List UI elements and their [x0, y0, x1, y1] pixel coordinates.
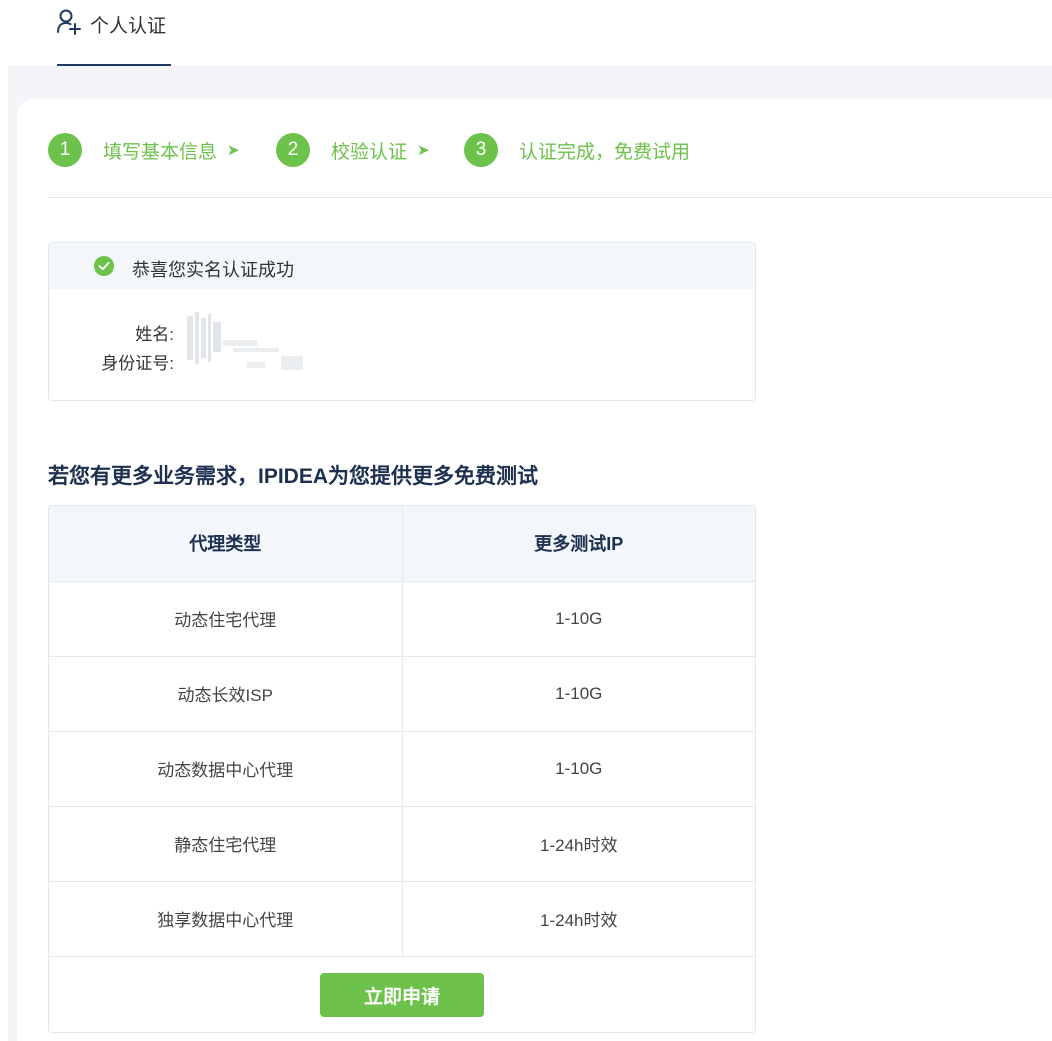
proxy-type-cell: 动态数据中心代理 — [49, 731, 403, 807]
tab-personal-verification[interactable]: 个人认证 — [57, 0, 171, 66]
table-header-row: 代理类型 更多测试IP — [49, 506, 755, 582]
name-row: 姓名: — [49, 320, 174, 345]
arrow-right-icon: ➤ — [417, 142, 430, 159]
step-2: 2 校验认证 ➤ — [276, 133, 430, 167]
column-header-proxy-type: 代理类型 — [49, 506, 403, 582]
id-number-row: 身份证号: — [49, 349, 174, 374]
redacted-personal-info — [187, 312, 303, 370]
table-row: 动态数据中心代理 1-10G — [49, 731, 755, 807]
table-row: 动态长效ISP 1-10G — [49, 656, 755, 732]
step-label: 校验认证 — [331, 141, 408, 163]
proxy-type-cell: 动态长效ISP — [49, 656, 403, 732]
proxy-type-cell: 独享数据中心代理 — [49, 881, 403, 957]
success-header: 恭喜您实名认证成功 — [49, 243, 755, 289]
step-1: 1 填写基本信息 ➤ — [48, 133, 240, 167]
proxy-type-cell: 静态住宅代理 — [49, 806, 403, 882]
tab-label: 个人认证 — [90, 16, 167, 37]
test-ip-cell: 1-10G — [402, 581, 755, 657]
check-circle-icon — [94, 256, 114, 276]
id-number-label: 身份证号: — [101, 354, 174, 373]
proxy-test-table: 代理类型 更多测试IP 动态住宅代理 1-10G 动态长效ISP 1-10G 动… — [49, 506, 755, 957]
step-label: 认证完成，免费试用 — [519, 141, 691, 163]
user-add-icon — [57, 9, 81, 35]
free-test-table: 代理类型 更多测试IP 动态住宅代理 1-10G 动态长效ISP 1-10G 动… — [48, 505, 756, 1033]
step-3: 3 认证完成，免费试用 — [464, 133, 690, 167]
apply-now-button[interactable]: 立即申请 — [320, 973, 484, 1017]
column-header-more-test-ip: 更多测试IP — [402, 506, 755, 582]
table-row: 独享数据中心代理 1-24h时效 — [49, 881, 755, 957]
step-number: 1 — [48, 133, 82, 167]
top-bar: 个人认证 — [0, 0, 1052, 66]
test-ip-cell: 1-24h时效 — [402, 806, 755, 882]
step-number: 3 — [464, 133, 498, 167]
promo-title: 若您有更多业务需求，IPIDEA为您提供更多免费测试 — [48, 465, 539, 488]
apply-button-row: 立即申请 — [49, 957, 755, 1032]
step-number: 2 — [276, 133, 310, 167]
name-label: 姓名: — [135, 325, 174, 344]
proxy-type-cell: 动态住宅代理 — [49, 581, 403, 657]
arrow-right-icon: ➤ — [227, 142, 240, 159]
steps-divider — [48, 197, 1052, 198]
test-ip-cell: 1-10G — [402, 731, 755, 807]
table-row: 动态住宅代理 1-10G — [49, 581, 755, 657]
step-label: 填写基本信息 — [103, 141, 218, 163]
verification-success-panel: 恭喜您实名认证成功 姓名: 身份证号: — [48, 242, 756, 401]
test-ip-cell: 1-24h时效 — [402, 881, 755, 957]
progress-steps: 1 填写基本信息 ➤ 2 校验认证 ➤ 3 认证完成，免费试用 — [48, 133, 748, 167]
success-message: 恭喜您实名认证成功 — [132, 260, 294, 280]
test-ip-cell: 1-10G — [402, 656, 755, 732]
table-row: 静态住宅代理 1-24h时效 — [49, 806, 755, 882]
